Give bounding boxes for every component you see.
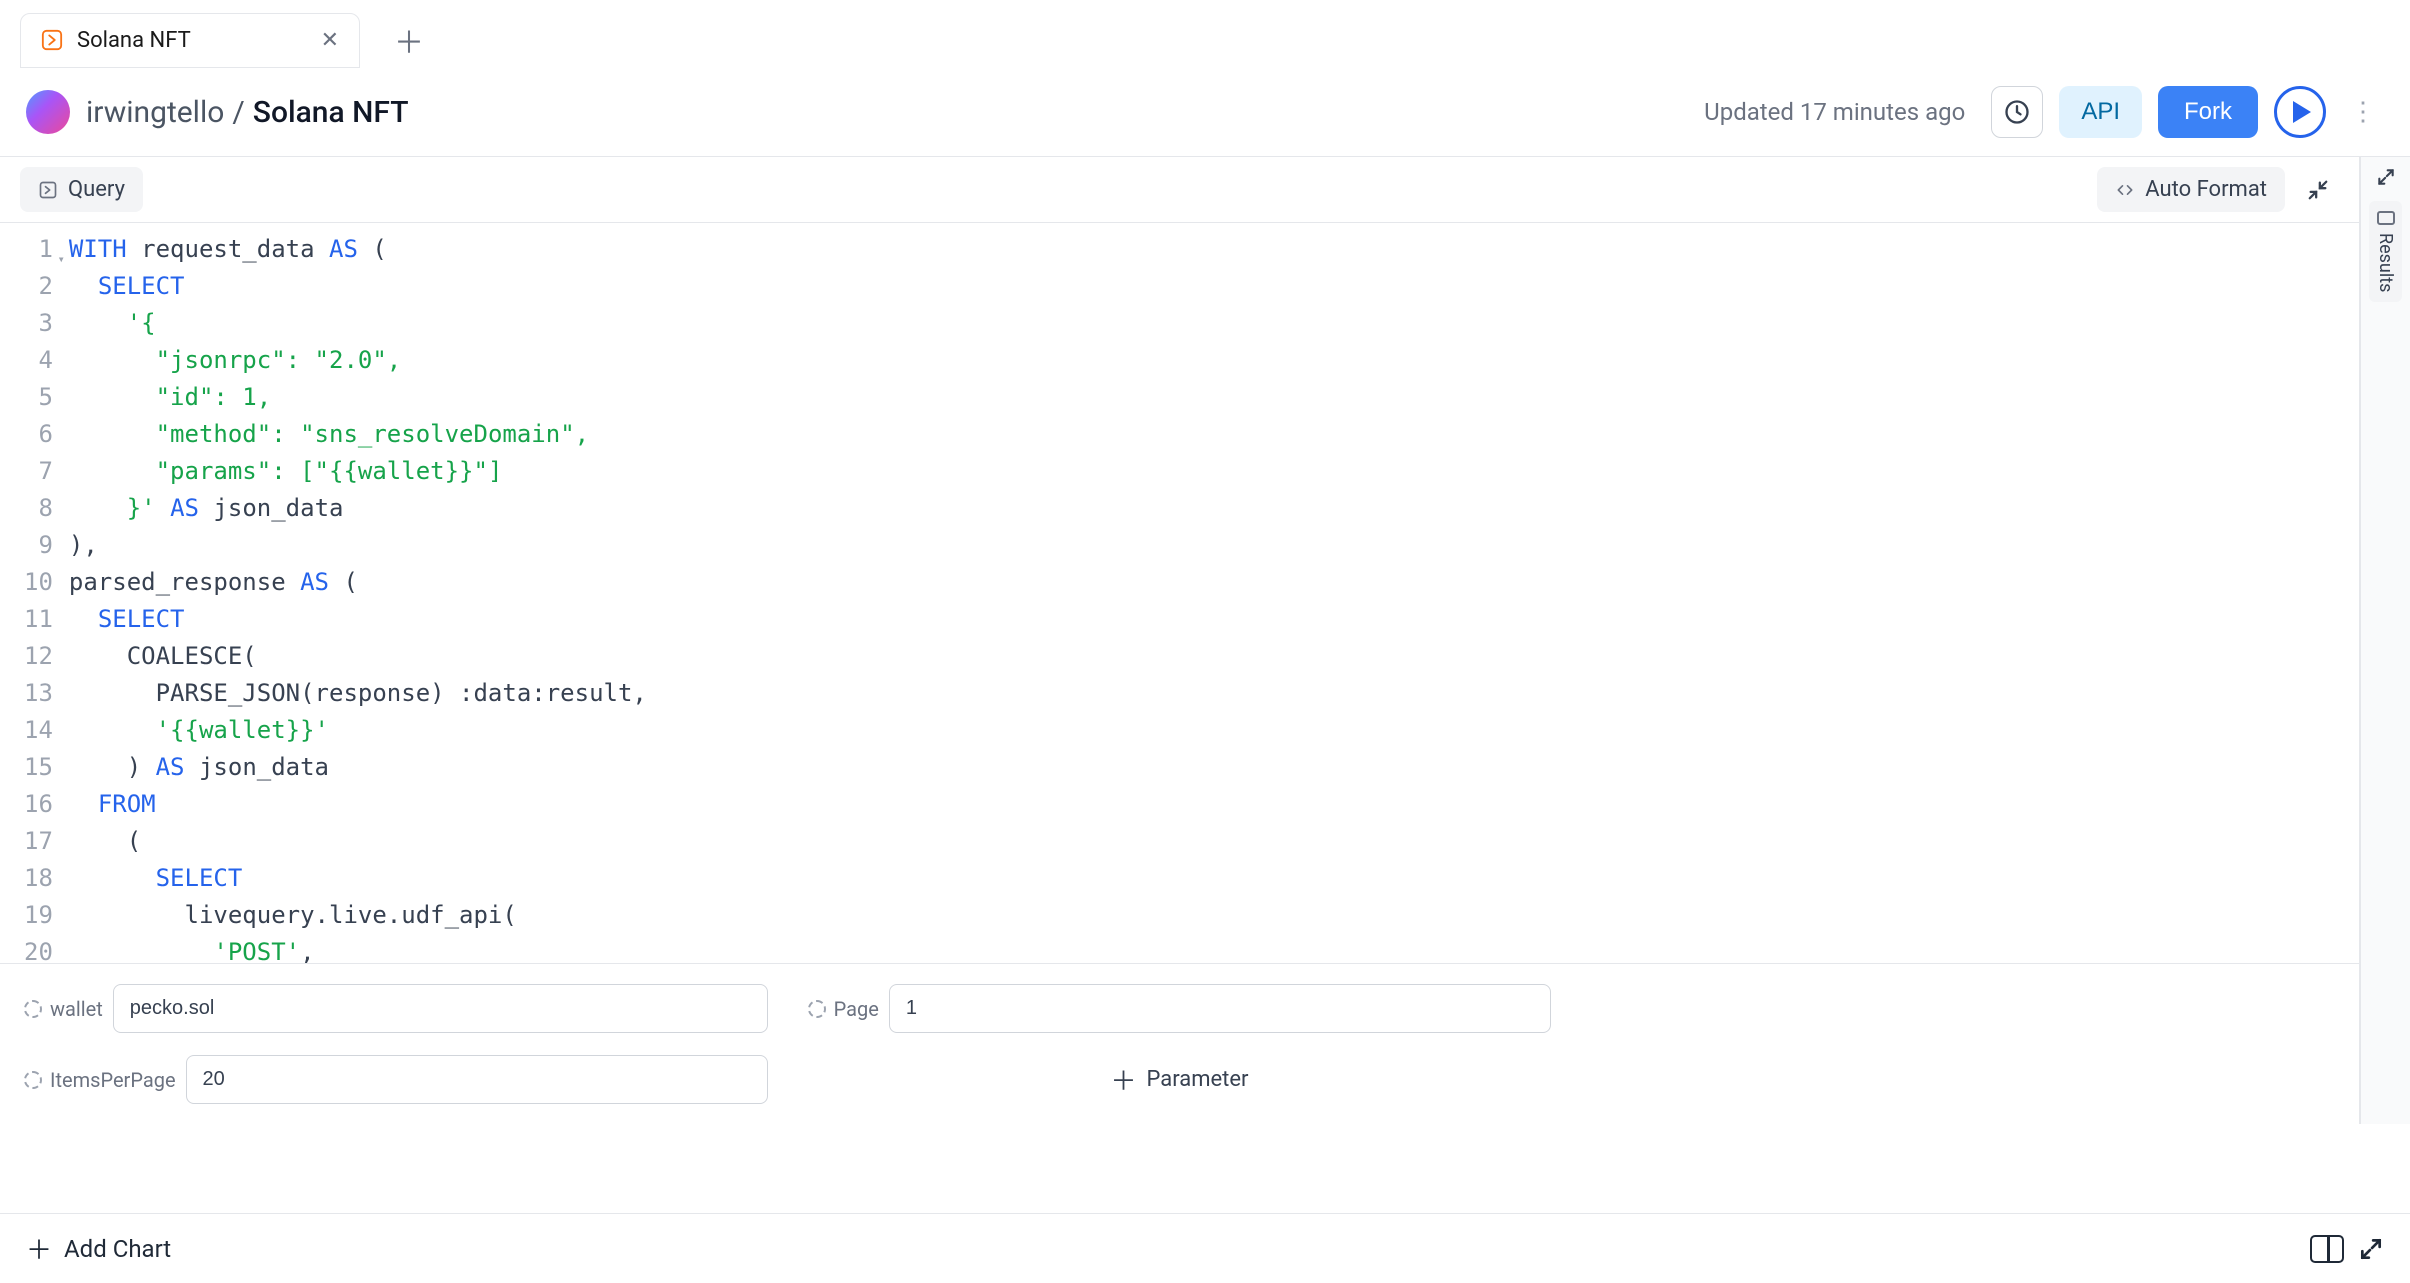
breadcrumb: irwingtello / Solana NFT [86,95,409,130]
expand-results-button[interactable] [2376,167,2396,187]
clock-icon [2003,98,2031,126]
add-parameter-button[interactable]: ＋ Parameter [808,1061,1552,1098]
more-menu-button[interactable]: ⋮ [2342,89,2384,135]
breadcrumb-user[interactable]: irwingtello [86,95,224,130]
code-icon [2115,180,2135,200]
param-input-wallet[interactable] [113,984,768,1033]
results-tab[interactable]: Results [2369,201,2402,302]
tab-solana-nft[interactable]: Solana NFT ✕ [20,13,360,68]
add-chart-button[interactable]: ＋ Add Chart [26,1230,171,1267]
flipside-logo-icon [41,29,63,51]
add-parameter-label: Parameter [1147,1067,1249,1092]
breadcrumb-separator: / [232,95,244,130]
history-button[interactable] [1991,86,2043,138]
tabs-row: Solana NFT ✕ ＋ [0,0,2410,68]
footer: ＋ Add Chart [0,1213,2410,1283]
api-button[interactable]: API [2059,86,2142,138]
param-label-page[interactable]: Page [808,997,879,1021]
header: irwingtello / Solana NFT Updated 17 minu… [0,68,2410,157]
collapse-icon [2307,179,2329,201]
line-gutter: 1▾23456789101112131415161718192021 [0,231,69,963]
param-wallet: wallet [24,984,768,1033]
auto-format-button[interactable]: Auto Format [2097,167,2285,212]
editor-panel: Query Auto Format 1▾23456789101112131415… [0,157,2360,1124]
fullscreen-icon [2358,1236,2384,1262]
layout-toggle-button[interactable] [2310,1235,2344,1263]
param-input-page[interactable] [889,984,1551,1033]
param-page: Page [808,984,1552,1033]
results-tab-label: Results [2375,233,2396,292]
panel-icon [2377,211,2395,225]
auto-format-label: Auto Format [2145,177,2267,202]
plus-icon: ＋ [1110,1061,1136,1098]
main: Query Auto Format 1▾23456789101112131415… [0,157,2410,1124]
query-tab-label: Query [68,177,125,202]
param-label-wallet[interactable]: wallet [24,997,103,1021]
right-sidebar: Results [2360,157,2410,1124]
updated-label: Updated 17 minutes ago [1704,98,1965,126]
gear-icon [808,1000,826,1018]
plus-icon: ＋ [26,1230,52,1267]
expand-icon [2376,167,2396,187]
avatar[interactable] [26,90,70,134]
parameters-panel: wallet Page ItemsPerPage ＋ Parameter [0,963,2359,1124]
collapse-editor-button[interactable] [2297,173,2339,207]
query-icon [38,180,58,200]
param-label-itemsperpage[interactable]: ItemsPerPage [24,1068,176,1092]
run-button[interactable] [2274,86,2326,138]
code-editor[interactable]: 1▾23456789101112131415161718192021 WITH … [0,223,2359,963]
fullscreen-button[interactable] [2358,1236,2384,1262]
fork-button[interactable]: Fork [2158,86,2258,138]
code-body[interactable]: WITH request_data AS ( SELECT '{ "jsonrp… [69,231,1788,963]
page-title: Solana NFT [253,95,409,130]
param-input-itemsperpage[interactable] [186,1055,768,1104]
query-tab[interactable]: Query [20,167,143,212]
editor-toolbar: Query Auto Format [0,157,2359,223]
close-icon[interactable]: ✕ [321,28,339,53]
add-chart-label: Add Chart [64,1235,171,1263]
chevron-down-icon[interactable]: ▾ [58,241,65,278]
play-icon [2293,101,2311,123]
tab-title: Solana NFT [77,28,307,53]
new-tab-button[interactable]: ＋ [384,12,434,68]
param-itemsperpage: ItemsPerPage [24,1055,768,1104]
gear-icon [24,1071,42,1089]
gear-icon [24,1000,42,1018]
